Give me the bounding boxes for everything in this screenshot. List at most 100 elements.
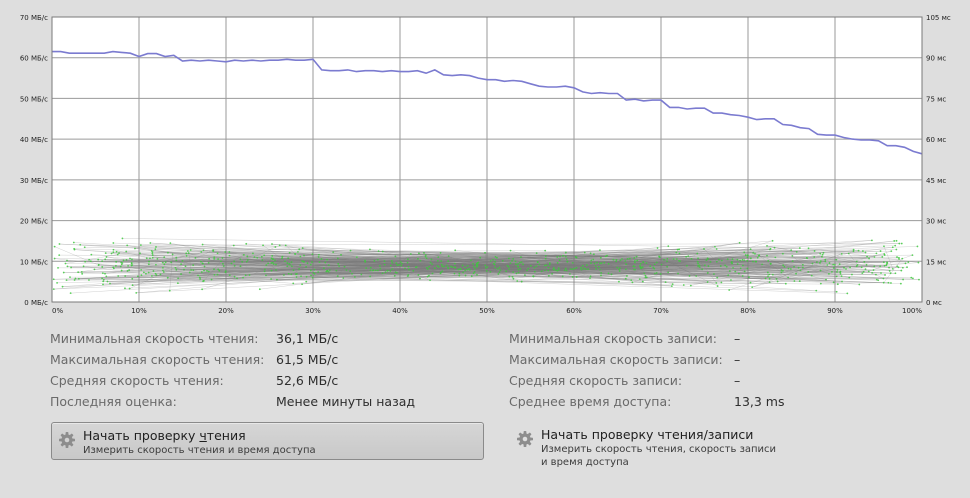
access-point xyxy=(519,267,522,270)
access-point xyxy=(213,273,216,276)
access-point xyxy=(74,277,77,280)
access-point xyxy=(83,246,86,249)
avg-write-label: Средняя скорость записи: xyxy=(509,373,683,388)
access-point xyxy=(62,271,65,274)
avg-read-label: Средняя скорость чтения: xyxy=(50,373,224,388)
access-point xyxy=(520,280,523,283)
access-point xyxy=(379,267,382,270)
access-point xyxy=(479,256,482,259)
access-point xyxy=(875,273,877,276)
access-point xyxy=(128,287,131,290)
access-point xyxy=(731,262,734,265)
access-point xyxy=(122,259,125,262)
access-point xyxy=(705,259,708,262)
start-read-benchmark-button[interactable]: Начать проверку чтения Измерить скорость… xyxy=(51,422,484,460)
access-point xyxy=(533,266,536,269)
access-point xyxy=(501,259,504,262)
access-point xyxy=(575,276,578,278)
last-benchmark-value: Менее минуты назад xyxy=(276,394,416,409)
access-point xyxy=(780,269,783,271)
access-point xyxy=(543,264,546,267)
access-point xyxy=(862,270,865,273)
access-point xyxy=(130,262,133,264)
gear-icon xyxy=(59,432,75,448)
access-point xyxy=(272,263,275,266)
access-point xyxy=(545,264,548,267)
access-point xyxy=(309,269,312,272)
access-point xyxy=(281,255,284,258)
access-point xyxy=(520,261,523,264)
access-point xyxy=(131,284,134,287)
access-point xyxy=(860,266,863,269)
access-point xyxy=(590,262,592,265)
access-point xyxy=(886,262,889,264)
access-point xyxy=(253,256,256,258)
y-right-tick-label: 15 мс xyxy=(926,258,946,266)
access-point xyxy=(880,272,882,274)
access-point xyxy=(795,272,797,275)
access-point xyxy=(616,266,619,269)
access-point xyxy=(167,251,169,254)
access-point xyxy=(258,288,261,291)
access-point xyxy=(440,271,442,274)
access-point xyxy=(741,258,744,261)
access-point xyxy=(149,242,152,244)
access-point xyxy=(738,241,741,244)
access-point xyxy=(639,262,642,265)
access-point xyxy=(547,274,550,277)
access-point xyxy=(208,257,211,260)
access-point xyxy=(696,260,699,263)
start-readwrite-benchmark-button[interactable]: Начать проверку чтения/записи Измерить с… xyxy=(510,422,930,472)
access-point xyxy=(589,252,592,255)
access-point xyxy=(131,264,133,266)
y-left-tick-label: 0 МБ/с xyxy=(24,299,48,307)
access-point xyxy=(93,268,96,271)
access-point xyxy=(475,262,478,265)
access-point xyxy=(764,277,767,280)
access-point xyxy=(69,276,71,278)
access-point xyxy=(889,272,892,275)
access-point xyxy=(202,280,204,283)
access-point xyxy=(719,265,722,267)
access-point xyxy=(349,270,352,273)
access-point xyxy=(894,272,897,275)
access-point xyxy=(336,257,339,260)
access-point xyxy=(832,281,835,284)
access-point xyxy=(677,272,679,275)
access-point xyxy=(190,269,193,271)
access-point xyxy=(216,252,219,255)
access-point xyxy=(53,245,56,248)
access-point xyxy=(447,255,450,258)
access-point xyxy=(101,266,104,268)
access-point xyxy=(813,256,816,258)
access-point xyxy=(895,239,898,242)
access-point xyxy=(493,263,496,266)
access-point xyxy=(706,272,709,274)
access-point xyxy=(635,255,638,258)
y-right-tick-label: 30 мс xyxy=(926,218,946,226)
access-point xyxy=(183,268,185,271)
access-point xyxy=(168,289,171,292)
access-point xyxy=(228,251,231,253)
access-point xyxy=(473,267,476,270)
access-point xyxy=(332,251,335,253)
access-point xyxy=(109,282,111,285)
access-point xyxy=(690,257,693,260)
access-point xyxy=(297,250,299,253)
access-point xyxy=(105,256,108,258)
access-point xyxy=(263,270,266,273)
access-point xyxy=(372,269,375,271)
min-write-label: Минимальная скорость записи: xyxy=(509,331,717,346)
access-point xyxy=(239,265,242,268)
access-point xyxy=(797,266,800,269)
access-point xyxy=(836,283,839,286)
access-point xyxy=(428,265,431,268)
x-tick-label: 80% xyxy=(740,307,756,315)
access-point xyxy=(104,258,107,261)
access-point xyxy=(228,254,231,257)
access-point xyxy=(709,260,712,263)
access-point xyxy=(652,266,655,269)
access-point xyxy=(286,265,289,268)
access-point xyxy=(163,256,166,259)
start-read-title-start: Начать проверку xyxy=(83,428,200,443)
